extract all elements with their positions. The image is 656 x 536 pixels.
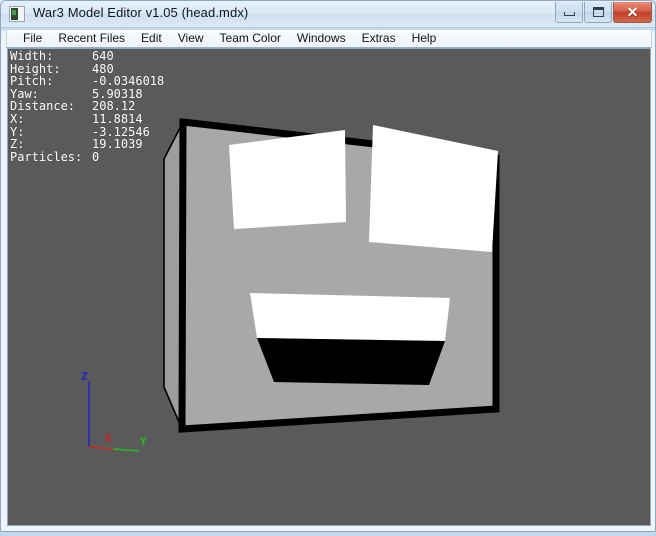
menu-item-edit[interactable]: Edit [133,30,170,47]
model-mouth-interior [257,338,445,385]
window-frame: War3 Model Editor v1.05 (head.mdx) ✕ Fil… [0,0,656,532]
stat-row: Width: 640 [10,50,164,63]
stat-label: Particles: [10,149,83,164]
minimize-icon [563,12,575,16]
title-bar[interactable]: War3 Model Editor v1.05 (head.mdx) ✕ [1,1,655,28]
stat-row: X: 11.8814 [10,113,164,126]
z-axis-label: Z [81,370,88,383]
stat-value: 0 [92,149,100,164]
application-window: War3 Model Editor v1.05 (head.mdx) ✕ Fil… [0,0,656,536]
maximize-button[interactable] [584,2,612,23]
x-axis-label: X [105,432,112,445]
model-right-eye [369,125,498,252]
stat-row: Pitch: -0.0346018 [10,75,164,88]
menu-item-team-color[interactable]: Team Color [212,30,289,47]
stat-label: Width: [10,49,54,63]
menu-item-help[interactable]: Help [404,30,445,47]
minimize-button[interactable] [555,2,583,23]
stat-row: Z: 19.1039 [10,138,164,151]
model-left-eye [229,130,346,229]
model-viewport[interactable]: ZYX Width: 640 Height: 480 Pitch: -0.0346018 Y… [7,48,651,526]
stat-value: 640 [92,49,114,63]
close-icon: ✕ [626,4,639,20]
app-icon [9,6,25,22]
menu-item-file[interactable]: File [15,30,50,47]
stat-row: Particles: 0 [10,151,164,164]
x-axis [88,446,114,450]
menu-item-recent-files[interactable]: Recent Files [50,30,133,47]
maximize-icon [592,7,604,17]
stat-label: Z: [10,137,25,152]
menu-item-view[interactable]: View [170,30,212,47]
stat-value: 19.1039 [92,137,143,152]
stat-label: Pitch: [10,74,54,89]
close-button[interactable]: ✕ [613,2,652,23]
stat-label: X: [10,111,25,126]
y-axis-label: Y [140,435,147,448]
menu-item-windows[interactable]: Windows [289,30,354,47]
stat-value: -0.0346018 [92,74,165,89]
model-mouth-teeth [250,293,450,341]
stat-value: 11.8814 [92,111,143,126]
viewport-stats-overlay: Width: 640 Height: 480 Pitch: -0.0346018 Yaw: 5… [10,50,164,163]
menu-bar: File Recent Files Edit View Team Color W… [6,29,652,48]
window-title: War3 Model Editor v1.05 (head.mdx) [33,5,249,20]
menu-item-extras[interactable]: Extras [354,30,404,47]
